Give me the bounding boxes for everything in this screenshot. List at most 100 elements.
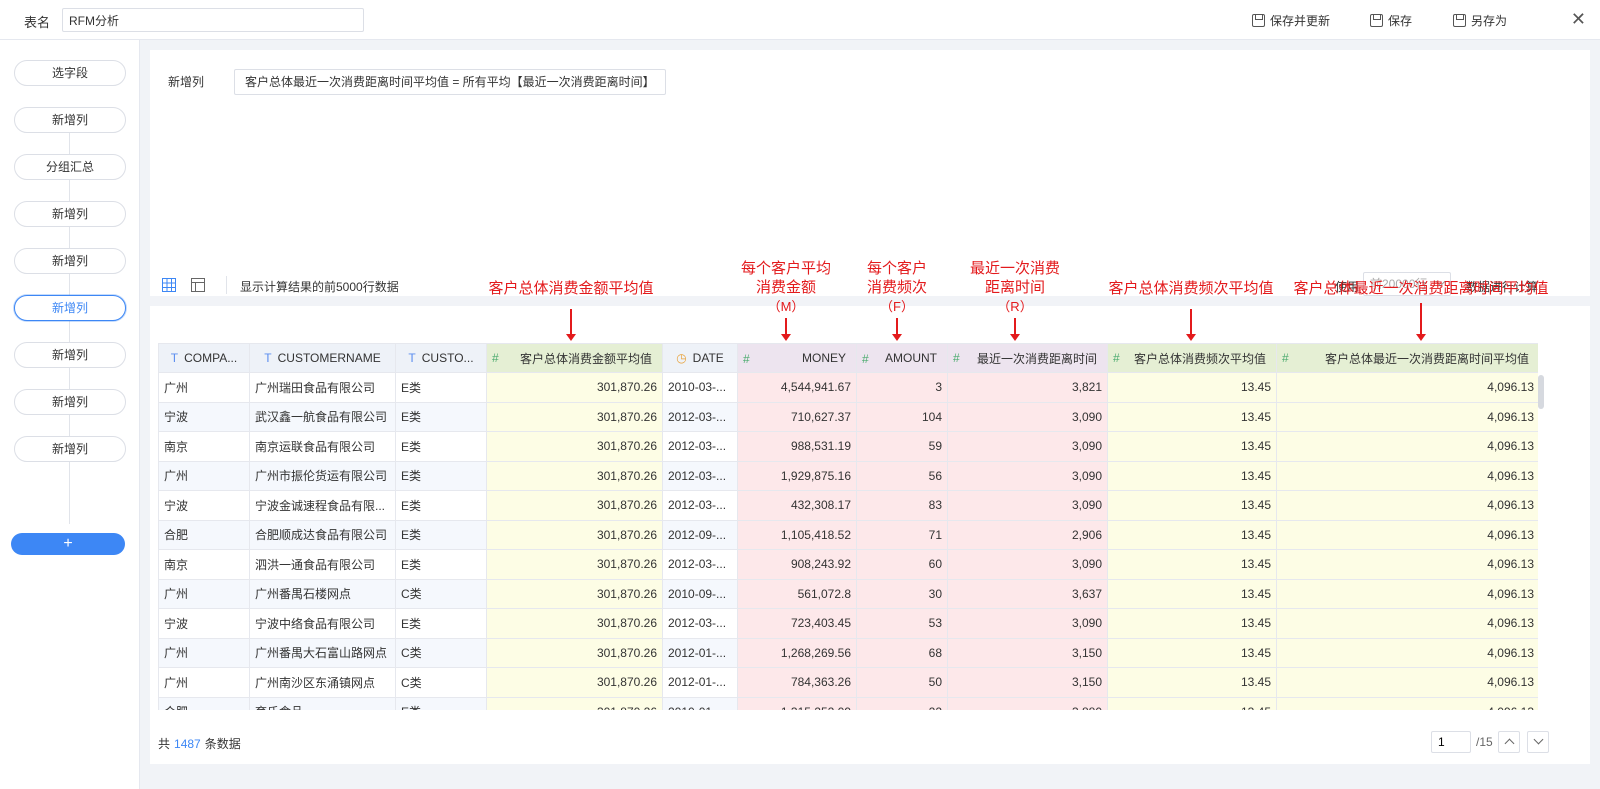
step-item[interactable]: 新增列 bbox=[14, 436, 126, 462]
save-update-button[interactable]: 保存并更新 bbox=[1252, 11, 1330, 29]
step-item[interactable]: 新增列 bbox=[14, 201, 126, 227]
table-cell: 60 bbox=[856, 549, 948, 580]
column-header[interactable]: # 最近一次消费距离时间 bbox=[947, 343, 1108, 373]
text-type-icon: T bbox=[264, 351, 272, 365]
annotation-label: 每个客户 消费频次 （F） bbox=[867, 259, 927, 316]
step-item[interactable]: 新增列 bbox=[14, 342, 126, 368]
page-up-button[interactable] bbox=[1498, 731, 1520, 753]
table-cell: 104 bbox=[856, 401, 948, 432]
column-header-label: CUSTOMERNAME bbox=[277, 351, 381, 365]
table-cell: E类 bbox=[395, 549, 487, 580]
column-header[interactable]: ◷ DATE bbox=[662, 343, 738, 373]
table-cell: 301,870.26 bbox=[486, 608, 663, 639]
table-cell: 3,637 bbox=[947, 578, 1108, 609]
table-row[interactable]: 合肥 合肥顺成达食品有限公司 E类 301,870.26 2012-09-... 1,10… bbox=[158, 519, 1538, 550]
table-cell: 广州 bbox=[158, 667, 250, 698]
number-type-icon: # bbox=[953, 350, 960, 365]
table-row[interactable]: 南京 南京运联食品有限公司 E类 301,870.26 2012-03-... 988,5… bbox=[158, 431, 1538, 462]
step-item[interactable]: 新增列 bbox=[14, 295, 126, 321]
table-cell: 13.45 bbox=[1107, 578, 1277, 609]
page-down-button[interactable] bbox=[1527, 731, 1549, 753]
table-row[interactable]: 广州 广州市振伦货运有限公司 E类 301,870.26 2012-03-... 1,92… bbox=[158, 460, 1538, 491]
number-type-icon: # bbox=[1113, 350, 1120, 365]
table-cell: 3,090 bbox=[947, 431, 1108, 462]
step-item[interactable]: 新增列 bbox=[14, 248, 126, 274]
table-row[interactable]: 合肥育氏食品E类301,870.262010-01-...1,315,252.0… bbox=[158, 696, 1538, 710]
table-cell: 3,090 bbox=[947, 401, 1108, 432]
table-row[interactable]: 广州 广州瑞田食品有限公司 E类 301,870.26 2010-03-... 4,544… bbox=[158, 372, 1538, 403]
table-name-input[interactable] bbox=[62, 8, 364, 32]
table-cell: 561,072.8 bbox=[737, 578, 857, 609]
table-row[interactable]: 广州 广州番禺石楼网点 C类 301,870.26 2010-09-... 561,072… bbox=[158, 578, 1538, 609]
page-number-input[interactable] bbox=[1431, 731, 1471, 753]
formula-expression[interactable]: 客户总体最近一次消费距离时间平均值 = 所有平均【最近一次消费距离时间】 bbox=[234, 69, 666, 95]
step-item[interactable]: 新增列 bbox=[14, 107, 126, 133]
table-cell: 3,150 bbox=[947, 637, 1108, 668]
table-cell: 南京 bbox=[158, 431, 250, 462]
annotation-text: 客户总体消费金额平均值 bbox=[488, 280, 654, 297]
chevron-down-icon bbox=[1533, 734, 1544, 745]
table-cell: 2012-03-... bbox=[662, 431, 738, 462]
step-item[interactable]: 选字段 bbox=[14, 60, 126, 86]
save-button[interactable]: 保存 bbox=[1370, 11, 1412, 29]
step-item[interactable]: 分组汇总 bbox=[14, 154, 126, 180]
table-row[interactable]: 南京 泗洪一通食品有限公司 E类 301,870.26 2012-03-... 908,2… bbox=[158, 549, 1538, 580]
table-cell: 合肥顺成达食品有限公司 bbox=[249, 519, 396, 550]
table-cell: C类 bbox=[395, 667, 487, 698]
save-as-button[interactable]: 另存为 bbox=[1453, 11, 1507, 29]
close-icon[interactable]: ✕ bbox=[1571, 9, 1586, 29]
text-type-icon: T bbox=[170, 351, 179, 365]
table-cell: 2012-01-... bbox=[662, 637, 738, 668]
table-cell: 4,096.13 bbox=[1276, 549, 1538, 580]
table-cell: 13.45 bbox=[1107, 549, 1277, 580]
table-row[interactable]: 广州 广州番禺大石富山路网点 C类 301,870.26 2012-01-... 1,26… bbox=[158, 637, 1538, 668]
detail-view-icon[interactable] bbox=[191, 278, 205, 292]
column-header[interactable]: # 客户总体最近一次消费距离时间平均值 bbox=[1276, 343, 1538, 373]
table-cell: 13.45 bbox=[1107, 608, 1277, 639]
annotation-label: 最近一次消费 距离时间 （R） bbox=[970, 259, 1060, 316]
column-header[interactable]: # 客户总体消费频次平均值 bbox=[1107, 343, 1277, 373]
total-count-text: 共 1487 条数据 bbox=[158, 735, 241, 752]
column-header[interactable]: T COMPA... bbox=[158, 343, 250, 373]
table-cell: 2012-03-... bbox=[662, 608, 738, 639]
table-row[interactable]: 宁波 宁波金诚速程食品有限... E类 301,870.26 2012-03-... 43… bbox=[158, 490, 1538, 521]
table-cell: E类 bbox=[395, 372, 487, 403]
number-type-icon: # bbox=[743, 351, 750, 366]
table-cell: 68 bbox=[856, 637, 948, 668]
column-header[interactable]: # 客户总体消费金额平均值 bbox=[486, 343, 663, 373]
table-cell: 13.45 bbox=[1107, 667, 1277, 698]
table-row[interactable]: 广州 广州南沙区东涌镇网点 C类 301,870.26 2012-01-... 784,3… bbox=[158, 667, 1538, 698]
table-cell: 1,268,269.56 bbox=[737, 637, 857, 668]
table-cell: E类 bbox=[395, 696, 487, 710]
table-scrollbar[interactable] bbox=[1538, 375, 1544, 409]
table-header-row: T COMPA... T CUSTOMERNAME T CUSTO... # 客户总体消费金额… bbox=[158, 343, 1538, 373]
table-cell: 2010-01-... bbox=[662, 696, 738, 710]
table-row[interactable]: 宁波 武汉鑫一航食品有限公司 E类 301,870.26 2012-03-... 710,… bbox=[158, 401, 1538, 432]
table-cell: 1,105,418.52 bbox=[737, 519, 857, 550]
table-cell: 宁波 bbox=[158, 401, 250, 432]
column-header[interactable]: T CUSTOMERNAME bbox=[249, 343, 396, 373]
annotation-arrow bbox=[781, 318, 791, 341]
add-step-button[interactable]: + bbox=[11, 533, 125, 555]
chevron-up-icon bbox=[1504, 738, 1515, 749]
table-cell: 南京运联食品有限公司 bbox=[249, 431, 396, 462]
table-row[interactable]: 宁波 宁波中络食品有限公司 E类 301,870.26 2012-03-... 723,4… bbox=[158, 608, 1538, 639]
toolbar-divider bbox=[226, 276, 227, 294]
annotation-arrow bbox=[1186, 309, 1196, 341]
table-cell: 广州瑞田食品有限公司 bbox=[249, 372, 396, 403]
grid-view-icon[interactable] bbox=[162, 278, 176, 292]
save-as-icon bbox=[1453, 13, 1466, 27]
number-type-icon: # bbox=[492, 350, 499, 365]
table-cell: 2012-03-... bbox=[662, 460, 738, 491]
table-cell: 3,150 bbox=[947, 667, 1108, 698]
table-cell: 301,870.26 bbox=[486, 431, 663, 462]
step-item[interactable]: 新增列 bbox=[14, 389, 126, 415]
column-header[interactable]: # MONEY bbox=[737, 343, 857, 373]
annotation-arrow bbox=[1416, 303, 1426, 341]
table-cell: 13.45 bbox=[1107, 401, 1277, 432]
annotation-subtext: （M） bbox=[767, 299, 805, 314]
column-header[interactable]: T CUSTO... bbox=[395, 343, 487, 373]
table-cell: 3,821 bbox=[947, 372, 1108, 403]
column-header[interactable]: # AMOUNT bbox=[856, 343, 948, 373]
data-table: T COMPA... T CUSTOMERNAME T CUSTO... # 客户总体消费金额… bbox=[158, 343, 1538, 710]
